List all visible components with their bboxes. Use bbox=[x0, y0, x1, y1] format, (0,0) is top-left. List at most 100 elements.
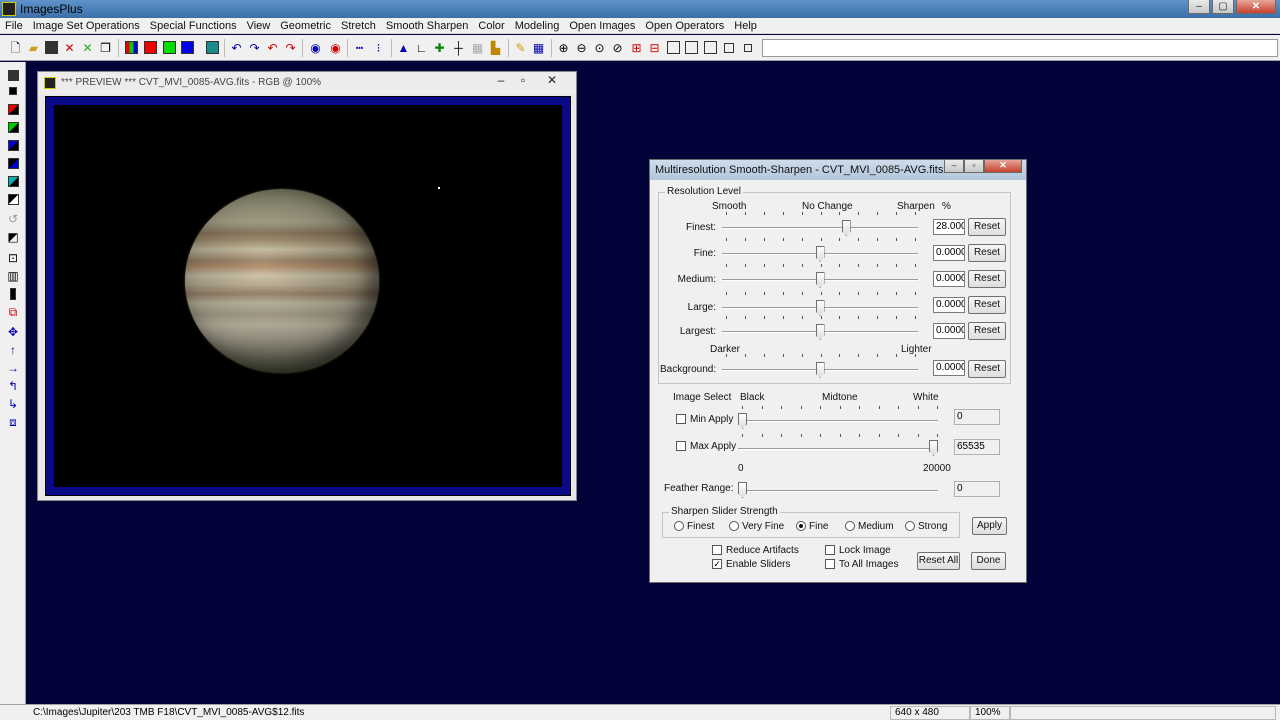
menu-file[interactable]: File bbox=[0, 20, 28, 32]
max-apply-slider[interactable] bbox=[929, 440, 938, 456]
remove-box-icon[interactable]: ⊟ bbox=[647, 40, 662, 55]
flip-icon[interactable]: ⧈ bbox=[6, 415, 20, 429]
axes-icon[interactable]: ∟ bbox=[414, 40, 429, 55]
minimize-icon[interactable]: ‒ bbox=[1188, 0, 1210, 14]
redo-icon[interactable]: ↷ bbox=[247, 40, 262, 55]
save-icon[interactable] bbox=[44, 40, 59, 55]
large-value[interactable]: 0.0000 bbox=[933, 297, 965, 313]
bars-icon[interactable]: ▥ bbox=[6, 269, 20, 283]
open-folder-icon[interactable]: ▰ bbox=[26, 40, 41, 55]
image-settings-icon[interactable]: ▙ bbox=[488, 40, 503, 55]
zoom-in-icon[interactable]: ⊕ bbox=[556, 40, 571, 55]
feather-range-value[interactable]: 0 bbox=[954, 481, 1000, 497]
undo-icon[interactable]: ↶ bbox=[229, 40, 244, 55]
menu-image-set-operations[interactable]: Image Set Operations bbox=[28, 20, 145, 32]
reduce-artifacts-checkbox[interactable] bbox=[712, 545, 722, 555]
strength-medium-radio[interactable] bbox=[845, 521, 855, 531]
blue-channel-icon[interactable] bbox=[180, 40, 195, 55]
fine-value[interactable]: 0.0000 bbox=[933, 245, 965, 261]
record-icon[interactable]: ◉ bbox=[308, 40, 323, 55]
frame-icon-4[interactable] bbox=[721, 40, 736, 55]
menu-open-images[interactable]: Open Images bbox=[564, 20, 640, 32]
dialog-maximize-icon[interactable]: ▫ bbox=[964, 160, 984, 173]
dialog-minimize-icon[interactable]: ‒ bbox=[944, 160, 964, 173]
blue-black-icon-2[interactable] bbox=[6, 156, 20, 170]
close-all-icon[interactable]: ✕ bbox=[80, 40, 95, 55]
feather-range-slider[interactable] bbox=[738, 482, 747, 498]
arrow-up-icon[interactable]: ↑ bbox=[6, 343, 20, 357]
min-apply-slider[interactable] bbox=[738, 413, 747, 429]
strength-fine-radio[interactable] bbox=[796, 521, 806, 531]
medium-reset-button[interactable]: Reset bbox=[968, 270, 1006, 288]
large-reset-button[interactable]: Reset bbox=[968, 296, 1006, 314]
region-icon[interactable]: ⧉ bbox=[6, 305, 20, 319]
zoom-out-icon[interactable]: ⊖ bbox=[574, 40, 589, 55]
target-icon[interactable]: ⊡ bbox=[6, 251, 20, 265]
preview-minimize-icon[interactable]: ‒ bbox=[490, 73, 512, 91]
enable-sliders-checkbox[interactable]: ✓ bbox=[712, 559, 722, 569]
frame-icon-5[interactable] bbox=[740, 40, 755, 55]
maximize-icon[interactable]: ▢ bbox=[1212, 0, 1234, 14]
black-white-icon[interactable] bbox=[6, 192, 20, 206]
menu-stretch[interactable]: Stretch bbox=[336, 20, 381, 32]
fine-reset-button[interactable]: Reset bbox=[968, 244, 1006, 262]
lock-image-checkbox[interactable] bbox=[825, 545, 835, 555]
finest-reset-button[interactable]: Reset bbox=[968, 218, 1006, 236]
min-apply-value[interactable]: 0 bbox=[954, 409, 1000, 425]
preview-maximize-icon[interactable]: ▫ bbox=[512, 73, 534, 91]
crosshair-green-icon[interactable]: ✚ bbox=[432, 40, 447, 55]
background-value[interactable]: 0.0000 bbox=[933, 360, 965, 376]
menu-color[interactable]: Color bbox=[473, 20, 509, 32]
redo-all-icon[interactable]: ↷ bbox=[283, 40, 298, 55]
min-apply-checkbox[interactable] bbox=[676, 414, 686, 424]
save-left-icon[interactable] bbox=[6, 68, 20, 82]
rgb-channel-icon[interactable] bbox=[124, 40, 139, 55]
diagonal-icon[interactable]: ◩ bbox=[6, 230, 20, 244]
menu-open-operators[interactable]: Open Operators bbox=[640, 20, 729, 32]
max-apply-value[interactable]: 65535 bbox=[954, 439, 1000, 455]
green-black-icon[interactable] bbox=[6, 120, 20, 134]
menu-special-functions[interactable]: Special Functions bbox=[145, 20, 242, 32]
stop-record-icon[interactable]: ◉ bbox=[328, 40, 343, 55]
menu-help[interactable]: Help bbox=[729, 20, 762, 32]
frame-icon-3[interactable] bbox=[703, 40, 718, 55]
strength-strong-radio[interactable] bbox=[905, 521, 915, 531]
move-icon[interactable]: ✥ bbox=[6, 325, 20, 339]
frame-icon-1[interactable] bbox=[666, 40, 681, 55]
menu-smooth-sharpen[interactable]: Smooth Sharpen bbox=[381, 20, 474, 32]
new-file-icon[interactable]: 🗋 bbox=[8, 40, 23, 55]
toolbar-input[interactable] bbox=[762, 39, 1278, 57]
black-square-icon[interactable] bbox=[6, 84, 20, 98]
to-all-images-checkbox[interactable] bbox=[825, 559, 835, 569]
close-icon[interactable]: ✕ bbox=[1236, 0, 1276, 14]
crosshair-icon[interactable]: ┼ bbox=[451, 40, 466, 55]
triangle-icon[interactable]: ▲ bbox=[396, 40, 411, 55]
red-black-icon[interactable] bbox=[6, 102, 20, 116]
done-button[interactable]: Done bbox=[971, 552, 1006, 570]
blue-black-icon[interactable] bbox=[6, 138, 20, 152]
add-box-icon[interactable]: ⊞ bbox=[629, 40, 644, 55]
green-channel-icon[interactable] bbox=[162, 40, 177, 55]
table-icon[interactable]: ▦ bbox=[531, 40, 546, 55]
close-image-icon[interactable]: ✕ bbox=[62, 40, 77, 55]
menu-view[interactable]: View bbox=[242, 20, 276, 32]
undo-all-icon[interactable]: ↶ bbox=[265, 40, 280, 55]
copy-image-icon[interactable]: ❐ bbox=[98, 40, 113, 55]
black-bar-icon[interactable] bbox=[6, 287, 20, 301]
preview-image[interactable] bbox=[54, 105, 562, 487]
red-channel-icon[interactable] bbox=[143, 40, 158, 55]
strength-very-fine-radio[interactable] bbox=[729, 521, 739, 531]
apply-button[interactable]: Apply bbox=[972, 517, 1007, 535]
grid-icon[interactable] bbox=[205, 40, 220, 55]
points-icon[interactable]: ⁝ bbox=[371, 40, 386, 55]
medium-value[interactable]: 0.0000 bbox=[933, 271, 965, 287]
zoom-fit-icon[interactable]: ⊙ bbox=[592, 40, 607, 55]
background-reset-button[interactable]: Reset bbox=[968, 360, 1006, 378]
preview-close-icon[interactable]: ✕ bbox=[541, 73, 563, 91]
reset-all-button[interactable]: Reset All bbox=[917, 552, 960, 570]
largest-reset-button[interactable]: Reset bbox=[968, 322, 1006, 340]
pencil-icon[interactable]: ✎ bbox=[513, 40, 528, 55]
menu-modeling[interactable]: Modeling bbox=[510, 20, 565, 32]
largest-value[interactable]: 0.0000 bbox=[933, 323, 965, 339]
dialog-close-icon[interactable]: ✕ bbox=[984, 160, 1022, 173]
